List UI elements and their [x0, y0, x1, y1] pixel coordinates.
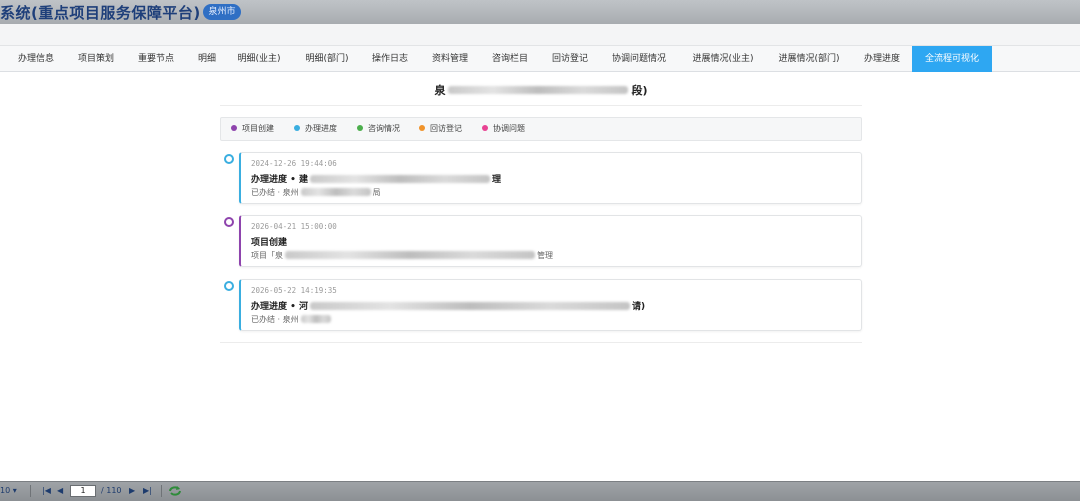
tab-project-plan[interactable]: 项目策划 [68, 46, 124, 72]
refresh-icon[interactable] [168, 485, 182, 497]
entry-timestamp: 2026-04-21 15:00:00 [251, 222, 337, 231]
tab-handling-progress[interactable]: 办理进度 [856, 46, 908, 72]
next-page-icon[interactable]: ▶ [129, 482, 135, 500]
entry-timestamp: 2026-05-22 14:19:35 [251, 286, 337, 295]
entry-heading: 办理进度 • 河 请) [251, 299, 645, 312]
main-content: 泉 段) 项目创建 办理进度 咨询情况 回访登记 协调问题 2024-12-26 … [0, 72, 1080, 482]
entry-heading-start: 办理进度 • 建 [251, 175, 309, 185]
divider [220, 342, 862, 343]
legend-label: 协调问题 [493, 124, 525, 133]
project-title-start: 泉 [434, 84, 446, 97]
legend-label: 办理进度 [305, 124, 337, 133]
tab-details[interactable]: 明细 [190, 46, 224, 72]
prev-page-icon[interactable]: ◀ [57, 482, 63, 500]
timeline-node-icon [224, 281, 234, 291]
redacted-text [448, 86, 629, 94]
timeline-legend: 项目创建 办理进度 咨询情况 回访登记 协调问题 [220, 117, 862, 141]
tab-details-department[interactable]: 明细(部门) [296, 46, 358, 72]
entry-heading-end: 请) [632, 302, 646, 312]
legend-item-coordination-issue: 协调问题 [482, 118, 525, 140]
entry-heading-end: 理 [492, 175, 502, 185]
timeline-node-icon [224, 217, 234, 227]
entry-heading: 办理进度 • 建 理 [251, 172, 501, 185]
timeline-node-icon [224, 154, 234, 164]
sub-bar [0, 24, 1080, 46]
entry-detail-end: 管理 [537, 251, 553, 260]
entry-detail-start: 已办结 · 泉州 [251, 315, 299, 324]
page-size-value: 10 [0, 486, 11, 495]
last-page-icon[interactable]: ▶| [143, 482, 152, 500]
dot-icon [294, 124, 300, 131]
redacted-text [285, 250, 535, 259]
entry-detail-start: 已办结 · 泉州 [251, 188, 299, 197]
pagination-bar: 10 ▾ |◀ ◀ 1 / 110 ▶ ▶| [0, 481, 1080, 501]
redacted-text [310, 174, 491, 183]
timeline-card[interactable]: 2026-04-21 15:00:00 项目创建 项目「泉 管理 [239, 215, 862, 267]
redacted-text [310, 301, 631, 310]
tab-document-management[interactable]: 资料管理 [424, 46, 476, 72]
timeline-card[interactable]: 2026-05-22 14:19:35 办理进度 • 河 请) 已办结 · 泉州 [239, 279, 862, 331]
timeline-card[interactable]: 2024-12-26 19:44:06 办理进度 • 建 理 已办结 · 泉州 局 [239, 152, 862, 204]
tab-key-milestones[interactable]: 重要节点 [128, 46, 184, 72]
tab-bar: 办理信息 项目策划 重要节点 明细 明细(业主) 明细(部门) 操作日志 资料管… [0, 46, 1080, 72]
app-title: 系统(重点项目服务保障平台) [0, 4, 201, 22]
entry-heading-start: 办理进度 • 河 [251, 302, 309, 312]
entry-heading-start: 项目创建 [251, 238, 288, 248]
total-pages: / 110 [101, 486, 122, 495]
legend-item-consultation: 咨询情况 [357, 118, 400, 140]
tab-progress-owner[interactable]: 进展情况(业主) [684, 46, 762, 72]
dot-icon [419, 124, 425, 131]
entry-heading: 项目创建 [251, 235, 287, 248]
tab-handling-info[interactable]: 办理信息 [6, 46, 66, 72]
legend-item-project-created: 项目创建 [231, 118, 274, 140]
entry-detail-start: 项目「泉 [251, 251, 283, 260]
tab-details-owner[interactable]: 明细(业主) [228, 46, 290, 72]
project-title-end: 段) [631, 84, 648, 97]
first-page-icon[interactable]: |◀ [42, 482, 51, 500]
entry-detail: 项目「泉 管理 [251, 250, 553, 261]
tab-full-process-visualization[interactable]: 全流程可视化 [912, 46, 992, 72]
entry-detail: 已办结 · 泉州 局 [251, 187, 381, 198]
city-badge[interactable]: 泉州市 [203, 4, 241, 20]
entry-timestamp: 2024-12-26 19:44:06 [251, 159, 337, 168]
entry-detail: 已办结 · 泉州 [251, 314, 333, 325]
tab-return-visit[interactable]: 回访登记 [544, 46, 596, 72]
project-title: 泉 段) [220, 82, 862, 98]
current-page-input[interactable]: 1 [70, 485, 96, 497]
tab-operation-log[interactable]: 操作日志 [364, 46, 416, 72]
tab-progress-department[interactable]: 进展情况(部门) [770, 46, 848, 72]
legend-label: 咨询情况 [368, 124, 400, 133]
tab-consultation[interactable]: 咨询栏目 [484, 46, 536, 72]
dot-icon [482, 124, 488, 131]
dot-icon [231, 124, 237, 131]
legend-label: 回访登记 [430, 124, 462, 133]
tab-coordination-issues[interactable]: 协调问题情况 [604, 46, 674, 72]
legend-item-handling-progress: 办理进度 [294, 118, 337, 140]
divider [220, 105, 862, 106]
entry-detail-end: 局 [372, 188, 381, 197]
redacted-text [300, 314, 331, 323]
legend-item-return-visit: 回访登记 [419, 118, 462, 140]
legend-label: 项目创建 [242, 124, 274, 133]
title-bar: 系统(重点项目服务保障平台) 泉州市 [0, 0, 1080, 24]
dot-icon [357, 124, 363, 131]
redacted-text [300, 187, 371, 196]
page-size-select[interactable]: 10 ▾ [0, 482, 17, 500]
divider [30, 485, 31, 497]
divider [161, 485, 162, 497]
